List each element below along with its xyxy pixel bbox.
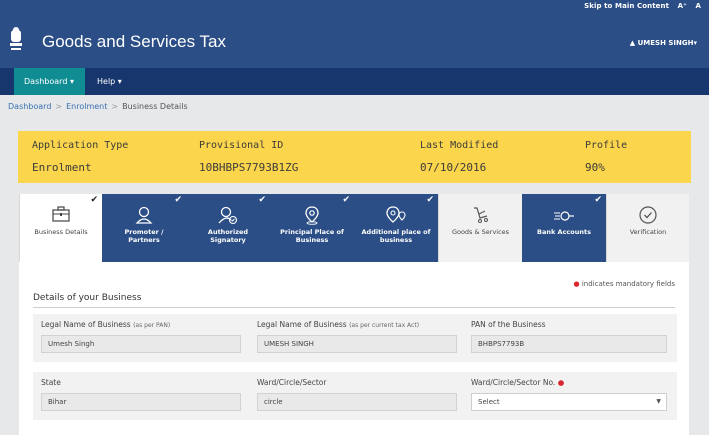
field-group-location: State Bihar Ward/Circle/Sector circle Wa… bbox=[33, 372, 677, 420]
tab-label-line2: Partners bbox=[128, 236, 160, 244]
ward-label: Ward/Circle/Sector bbox=[257, 378, 327, 387]
required-star: ● bbox=[573, 280, 580, 288]
state-field[interactable]: Bihar bbox=[41, 393, 241, 411]
font-increase-link[interactable]: A⁺ bbox=[678, 2, 687, 10]
provisional-id-value: 10BHBPS7793B1ZG bbox=[199, 161, 299, 174]
state-label: State bbox=[41, 378, 61, 387]
tab-label: Business Details bbox=[34, 228, 88, 236]
user-icon: ▲ bbox=[629, 39, 636, 47]
ward-no-select[interactable]: Select ▼ bbox=[471, 393, 667, 411]
profile-label: Profile bbox=[585, 140, 628, 151]
last-modified-label: Last Modified bbox=[420, 140, 499, 151]
skip-to-main-link[interactable]: Skip to Main Content bbox=[584, 2, 669, 10]
legal-name-tax-label-text: Legal Name of Business bbox=[257, 320, 347, 329]
nav-help[interactable]: Help ▾ bbox=[87, 68, 132, 95]
tab-label-line2: Signatory bbox=[210, 236, 246, 244]
breadcrumb-separator: > bbox=[111, 102, 119, 111]
legal-name-tax-field[interactable]: UMESH SINGH bbox=[257, 335, 457, 353]
cart-icon bbox=[439, 205, 522, 225]
pan-label: PAN of the Business bbox=[471, 320, 546, 329]
mandatory-note: ● indicates mandatory fields bbox=[574, 280, 675, 288]
tab-label: Additional place of bbox=[361, 228, 431, 236]
tab-additional-place[interactable]: ✔ Additional place of business bbox=[354, 194, 438, 262]
registration-tabs: ✔ Business Details ✔ Promoter / Partners … bbox=[19, 194, 689, 262]
last-modified-value: 07/10/2016 bbox=[420, 161, 487, 174]
check-circle-icon bbox=[607, 205, 689, 225]
check-icon: ✔ bbox=[90, 195, 98, 205]
accessibility-links: Skip to Main Content A⁺ A bbox=[578, 2, 701, 10]
breadcrumb-separator: > bbox=[55, 102, 63, 111]
tab-label: Goods & Services bbox=[451, 228, 510, 236]
header: Goods and Services Tax ▲ UMESH SINGH▾ bbox=[0, 14, 709, 68]
check-icon: ✔ bbox=[426, 195, 434, 205]
legal-name-tax-label: Legal Name of Business (as per current t… bbox=[257, 320, 419, 329]
tab-authorized-signatory[interactable]: ✔ Authorized Signatory bbox=[186, 194, 270, 262]
legal-name-field[interactable]: Umesh Singh bbox=[41, 335, 241, 353]
legal-name-label: Legal Name of Business (as per PAN) bbox=[41, 320, 170, 329]
caret-down-icon: ▾ bbox=[117, 77, 122, 86]
check-icon: ✔ bbox=[174, 195, 182, 205]
tab-label: Bank Accounts bbox=[537, 228, 591, 236]
tab-goods-services[interactable]: Goods & Services bbox=[438, 194, 522, 262]
nav-dashboard[interactable]: Dashboard ▾ bbox=[14, 68, 85, 95]
ward-field[interactable]: circle bbox=[257, 393, 457, 411]
check-icon: ✔ bbox=[594, 195, 602, 205]
main-navbar: Dashboard ▾ Help ▾ bbox=[0, 68, 709, 95]
chevron-down-icon: ▼ bbox=[656, 398, 661, 405]
pan-field[interactable]: BHBPS7793B bbox=[471, 335, 667, 353]
tab-label: Promoter / bbox=[124, 228, 164, 236]
breadcrumb-enrolment[interactable]: Enrolment bbox=[66, 102, 107, 111]
tab-label: Verification bbox=[629, 228, 667, 236]
tab-label: Authorized bbox=[207, 228, 249, 236]
ward-no-label-text: Ward/Circle/Sector No. bbox=[471, 378, 556, 387]
application-type-label: Application Type bbox=[32, 140, 129, 151]
provisional-id-label: Provisional ID bbox=[199, 140, 284, 151]
tab-verification[interactable]: Verification bbox=[606, 194, 689, 262]
legal-name-label-text: Legal Name of Business bbox=[41, 320, 131, 329]
tab-promoter-partners[interactable]: ✔ Promoter / Partners bbox=[102, 194, 186, 262]
tab-bank-accounts[interactable]: ✔ Bank Accounts bbox=[522, 194, 606, 262]
user-icon bbox=[102, 205, 186, 225]
tab-label-line2: business bbox=[379, 236, 413, 244]
section-divider bbox=[33, 307, 675, 308]
app-title: Goods and Services Tax bbox=[42, 32, 226, 51]
user-name: UMESH SINGH bbox=[637, 39, 694, 47]
section-title: Details of your Business bbox=[33, 293, 142, 303]
tab-business-details[interactable]: ✔ Business Details bbox=[19, 194, 102, 262]
chevron-down-icon: ▾ bbox=[693, 39, 697, 47]
check-icon: ✔ bbox=[342, 195, 350, 205]
caret-down-icon: ▾ bbox=[69, 77, 74, 86]
required-star: ● bbox=[557, 378, 565, 387]
field-group-names: Legal Name of Business (as per PAN) Umes… bbox=[33, 314, 677, 362]
application-summary-bar: Application Type Enrolment Provisional I… bbox=[18, 131, 691, 183]
top-strip: Skip to Main Content A⁺ A bbox=[0, 0, 709, 14]
font-normal-link[interactable]: A bbox=[695, 2, 701, 10]
nav-help-label: Help bbox=[97, 77, 116, 86]
check-icon: ✔ bbox=[258, 195, 266, 205]
location-pin-icon bbox=[270, 205, 354, 225]
breadcrumb-dashboard[interactable]: Dashboard bbox=[8, 102, 51, 111]
legal-name-tax-hint: (as per current tax Act) bbox=[349, 322, 420, 329]
breadcrumb: Dashboard > Enrolment > Business Details bbox=[8, 102, 188, 111]
tab-label: Principal Place of bbox=[280, 228, 344, 236]
user-check-icon bbox=[186, 205, 270, 225]
application-type-value: Enrolment bbox=[32, 161, 92, 174]
ward-no-selected: Select bbox=[478, 398, 500, 406]
user-menu[interactable]: ▲ UMESH SINGH▾ bbox=[630, 39, 697, 47]
tab-principal-place[interactable]: ✔ Principal Place of Business bbox=[270, 194, 354, 262]
ward-no-label: Ward/Circle/Sector No. ● bbox=[471, 378, 564, 387]
mandatory-note-text: indicates mandatory fields bbox=[581, 280, 675, 288]
business-details-form: ● indicates mandatory fields Details of … bbox=[19, 262, 689, 435]
breadcrumb-current: Business Details bbox=[122, 102, 188, 111]
briefcase-icon bbox=[20, 205, 102, 225]
tab-label-line2: Business bbox=[295, 236, 329, 244]
national-emblem-icon bbox=[10, 27, 22, 50]
nav-dashboard-label: Dashboard bbox=[24, 77, 68, 86]
bank-icon bbox=[522, 205, 606, 225]
profile-value: 90% bbox=[585, 161, 605, 174]
locations-icon bbox=[354, 205, 438, 225]
legal-name-hint: (as per PAN) bbox=[133, 322, 171, 329]
